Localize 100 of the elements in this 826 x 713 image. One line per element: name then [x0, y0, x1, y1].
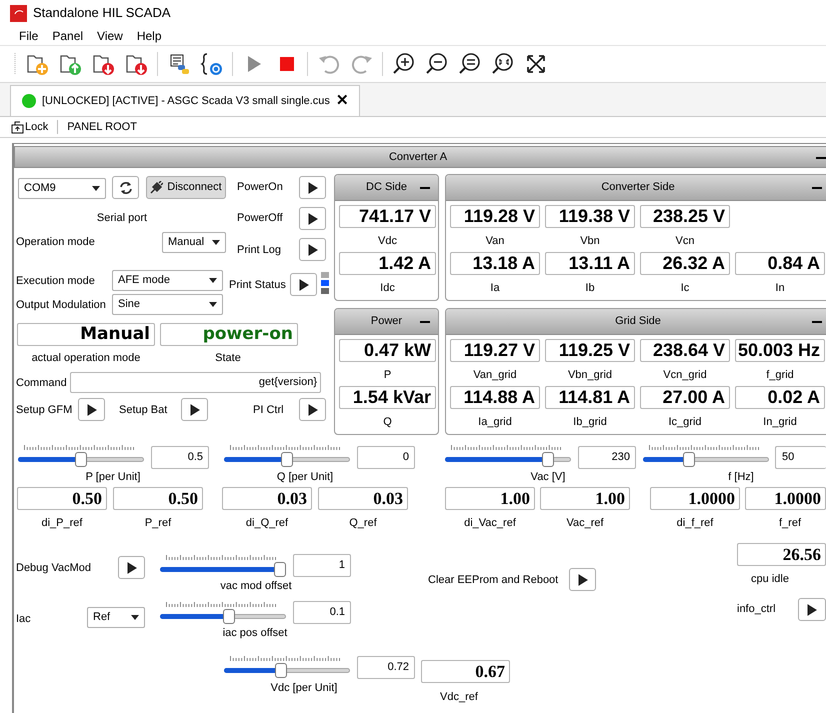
reference-label: Q_ref	[348, 516, 378, 530]
reading-display: 238.25 V	[640, 205, 730, 228]
close-icon[interactable]: ✕	[336, 90, 349, 112]
debug-label: Debug VacMod	[16, 561, 92, 575]
reading-display: 119.25 V	[545, 339, 635, 362]
setting-label: Operation mode	[16, 235, 95, 249]
reading-label: P	[382, 368, 392, 382]
reference-label: Vdc_ref	[439, 690, 479, 704]
reading-display: 1.54 kVar	[339, 386, 436, 409]
reading-display: 741.17 V	[339, 205, 436, 228]
slider-caption: Vdc [per Unit]	[270, 681, 338, 695]
menu-item[interactable]: Panel	[45, 26, 90, 46]
status-display: power-on	[160, 323, 298, 346]
cpu-label: cpu idle	[750, 572, 790, 586]
reading-display: 119.27 V	[450, 339, 540, 362]
reading-display: 1.42 A	[339, 252, 436, 275]
slider-caption: vac mod offset	[219, 579, 293, 593]
group-title: Power	[370, 314, 402, 330]
reading-display: 0.84 A	[735, 252, 825, 275]
reading-label: Vcn	[674, 234, 696, 248]
reading-display: 114.81 A	[545, 386, 635, 409]
menu-item[interactable]: Help	[130, 26, 169, 46]
group-title: Grid Side	[615, 314, 661, 330]
reading-label: Q	[382, 415, 393, 429]
setting-label: Execution mode	[16, 274, 95, 288]
reading-label: Ia	[489, 281, 501, 295]
reading-label: In_grid	[762, 415, 798, 429]
group-title: Converter Side	[601, 180, 675, 196]
reading-display: 13.11 A	[545, 252, 635, 275]
reference-label: di_P_ref	[40, 516, 84, 530]
mode-dropdown[interactable]: Manual	[162, 232, 226, 253]
slider-caption: Vac [V]	[530, 470, 566, 484]
lock-button[interactable]: Lock	[11, 118, 48, 136]
number-field[interactable]: 0	[357, 446, 415, 469]
command-label: Print Log	[237, 243, 282, 257]
reference-display: 0.03	[318, 487, 408, 510]
reference-display: 1.0000	[745, 487, 826, 510]
reading-label: Vdc	[377, 234, 398, 248]
mode-dropdown[interactable]: Ref	[87, 607, 145, 628]
port-dropdown[interactable]: COM9	[18, 178, 106, 199]
mode-dropdown[interactable]: AFE mode	[112, 270, 223, 291]
mode-dropdown[interactable]: Sine	[112, 294, 223, 315]
disconnect-button[interactable]: Disconnect	[146, 176, 226, 199]
reference-label: di_Q_ref	[244, 516, 290, 530]
action-label: PI Ctrl	[253, 403, 284, 417]
action-label: Setup GFM	[16, 403, 72, 417]
command-label: Print Status	[229, 278, 286, 292]
window-title: Standalone HIL SCADA	[33, 4, 171, 22]
reading-display: 114.88 A	[450, 386, 540, 409]
status-display: Manual	[17, 323, 155, 346]
caption-label: actual operation mode	[30, 351, 142, 365]
number-field[interactable]: 1	[293, 554, 351, 577]
command-label: PowerOff	[237, 211, 283, 225]
reading-display: 50.003 Hz	[735, 339, 825, 362]
reading-display: 0.47 kW	[339, 339, 436, 362]
reading-display: 0.02 A	[735, 386, 825, 409]
action-label: Setup Bat	[119, 403, 168, 417]
reference-display: 1.00	[540, 487, 630, 510]
panel-title: Converter A	[388, 150, 448, 165]
document-tab[interactable]: [UNLOCKED] [ACTIVE] - ASGC Scada V3 small single.cus ✕	[10, 85, 360, 116]
number-field[interactable]: 0.72	[357, 656, 415, 679]
reference-display: 0.03	[222, 487, 312, 510]
reading-label: Vcn_grid	[662, 368, 708, 382]
menu-item[interactable]: File	[12, 26, 46, 46]
reading-display: 238.64 V	[640, 339, 730, 362]
reading-label: Idc	[379, 281, 396, 295]
reference-label: di_Vac_ref	[463, 516, 517, 530]
reading-label: Van_grid	[472, 368, 518, 382]
reference-label: Vac_ref	[565, 516, 605, 530]
number-field[interactable]: 50	[775, 446, 826, 469]
breadcrumb-path: PANEL ROOT	[67, 120, 137, 135]
reading-label: Ib_grid	[572, 415, 608, 429]
reading-display: 13.18 A	[450, 252, 540, 275]
number-field[interactable]: 0.5	[151, 446, 209, 469]
reading-label: Vbn	[579, 234, 601, 248]
reference-display: 0.67	[421, 660, 510, 683]
reading-label: Van	[484, 234, 506, 248]
reference-label: f_ref	[778, 516, 802, 530]
cpu-display: 26.56	[737, 543, 826, 566]
slider-caption: f [Hz]	[727, 470, 755, 484]
reading-label: Ib	[584, 281, 596, 295]
reference-label: P_ref	[144, 516, 172, 530]
reading-label: Vbn_grid	[566, 368, 614, 382]
reference-label: di_f_ref	[676, 516, 714, 530]
caption-label: State	[214, 351, 242, 365]
command-label: Command	[16, 376, 67, 390]
reading-label: Ic_grid	[667, 415, 703, 429]
caption-label: Serial port	[96, 211, 148, 225]
reading-label: In	[774, 281, 786, 295]
reference-display: 1.0000	[650, 487, 740, 510]
reading-label: f_grid	[765, 368, 795, 382]
command-field[interactable]: get{version}	[70, 372, 321, 393]
menu-item[interactable]: View	[90, 26, 130, 46]
reference-display: 0.50	[113, 487, 203, 510]
number-field[interactable]: 230	[578, 446, 636, 469]
action-label: Clear EEProm and Reboot	[428, 573, 558, 587]
group-title: DC Side	[366, 180, 407, 196]
number-field[interactable]: 0.1	[293, 601, 351, 624]
iac-label: Iac	[16, 612, 31, 626]
slider-caption: Q [per Unit]	[276, 470, 334, 484]
